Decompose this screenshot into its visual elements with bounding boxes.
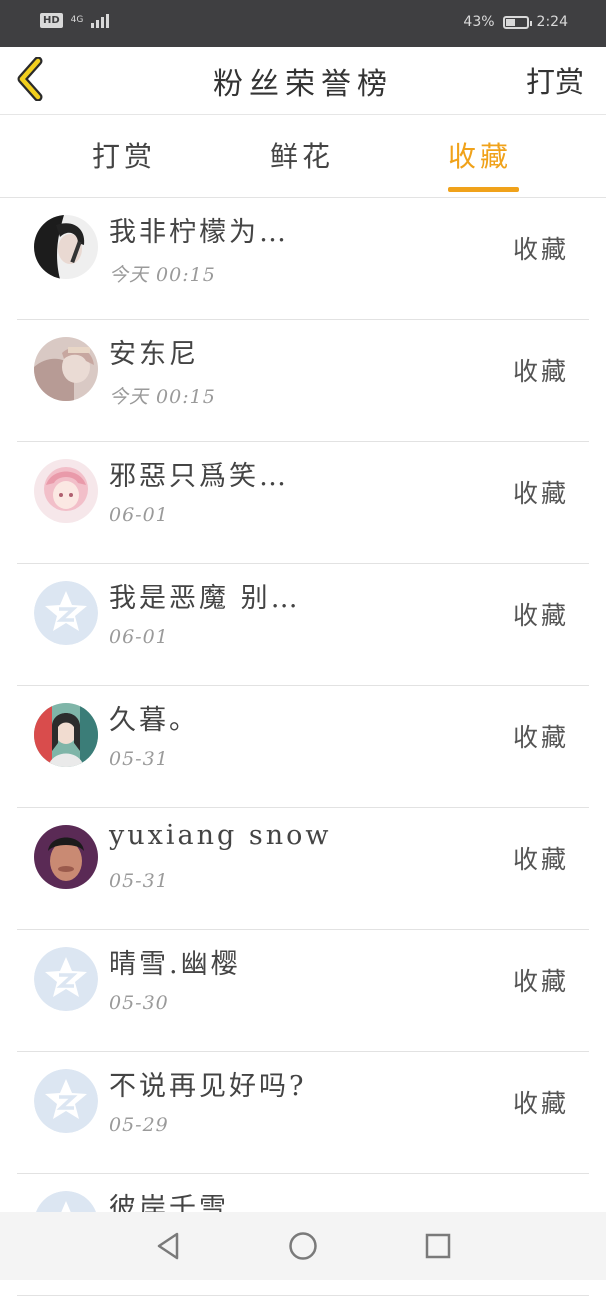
system-nav-bar [0,1212,606,1280]
status-bar: HD 4G 43% 2:24 [0,0,606,47]
list-item[interactable]: 安东尼 今天 00:15 收藏 [17,320,589,442]
fan-name: 不说再见好吗? [109,1071,307,1102]
fan-list: 我非柠檬为… 今天 00:15 收藏 安东尼 今天 00:15 收藏 邪惡只爲笑… [17,198,589,1296]
favorite-label: 收藏 [512,601,569,630]
list-item[interactable]: 不说再见好吗? 05-29 收藏 [17,1052,589,1174]
avatar [34,703,98,767]
favorite-label: 收藏 [512,845,569,874]
fan-name: 晴雪.幽樱 [109,949,241,980]
tab-reward[interactable]: 打赏 [92,135,156,175]
app-header: 粉丝荣誉榜 打赏 [0,47,606,115]
favorite-label: 收藏 [512,1089,569,1118]
default-avatar-icon [34,581,98,645]
hd-badge: HD [40,12,63,28]
fan-name: 邪惡只爲笑… [109,461,289,492]
tab-flowers[interactable]: 鲜花 [270,135,334,175]
avatar [34,215,98,279]
list-item[interactable]: 我非柠檬为… 今天 00:15 收藏 [17,198,589,320]
list-item[interactable]: 晴雪.幽樱 05-30 收藏 [17,930,589,1052]
favorite-label: 收藏 [512,479,569,508]
default-avatar-icon [34,947,98,1011]
active-tab-indicator [448,187,519,192]
favorite-label: 收藏 [512,235,569,264]
network-type: 4G [70,14,84,25]
reward-button[interactable]: 打赏 [526,59,584,101]
avatar [34,825,98,889]
fan-time: 今天 00:15 [109,386,216,408]
nav-recent-button[interactable] [423,1230,453,1266]
list-item[interactable]: 我是恶魔 别… 06-01 收藏 [17,564,589,686]
avatar [34,459,98,523]
fan-name: 安东尼 [109,339,199,370]
nav-back-button[interactable] [153,1230,183,1266]
fan-time: 06-01 [109,626,169,648]
square-recent-icon [425,1233,451,1259]
circle-home-icon [289,1232,317,1260]
list-item[interactable]: 邪惡只爲笑… 06-01 收藏 [17,442,589,564]
favorite-label: 收藏 [512,723,569,752]
clock: 2:24 [536,14,568,30]
fan-name: 久暮。 [109,705,199,736]
avatar [34,337,98,401]
favorite-label: 收藏 [512,967,569,996]
list-item[interactable]: 久暮。 05-31 收藏 [17,686,589,808]
fan-name: 我是恶魔 别… [109,583,301,614]
battery-icon [502,15,532,29]
page-title: 粉丝荣誉榜 [213,67,393,102]
fan-time: 05-30 [109,992,169,1014]
fan-time: 05-31 [109,748,169,770]
fan-name: 我非柠檬为… [109,217,289,248]
battery-percent: 43% [463,14,495,30]
tab-favorites[interactable]: 收藏 [448,135,512,175]
favorite-label: 收藏 [512,357,569,386]
fan-name: yuxiang snow [109,820,332,851]
fan-time: 今天 00:15 [109,264,216,286]
nav-home-button[interactable] [287,1230,319,1266]
fan-time: 06-01 [109,504,169,526]
triangle-back-icon [157,1232,179,1260]
fan-time: 05-31 [109,870,169,892]
fan-time: 05-29 [109,1114,169,1136]
default-avatar-icon [34,1069,98,1133]
list-item[interactable]: yuxiang snow 05-31 收藏 [17,808,589,930]
tab-bar: 打赏 鲜花 收藏 [0,115,606,198]
signal-icon [91,12,110,28]
